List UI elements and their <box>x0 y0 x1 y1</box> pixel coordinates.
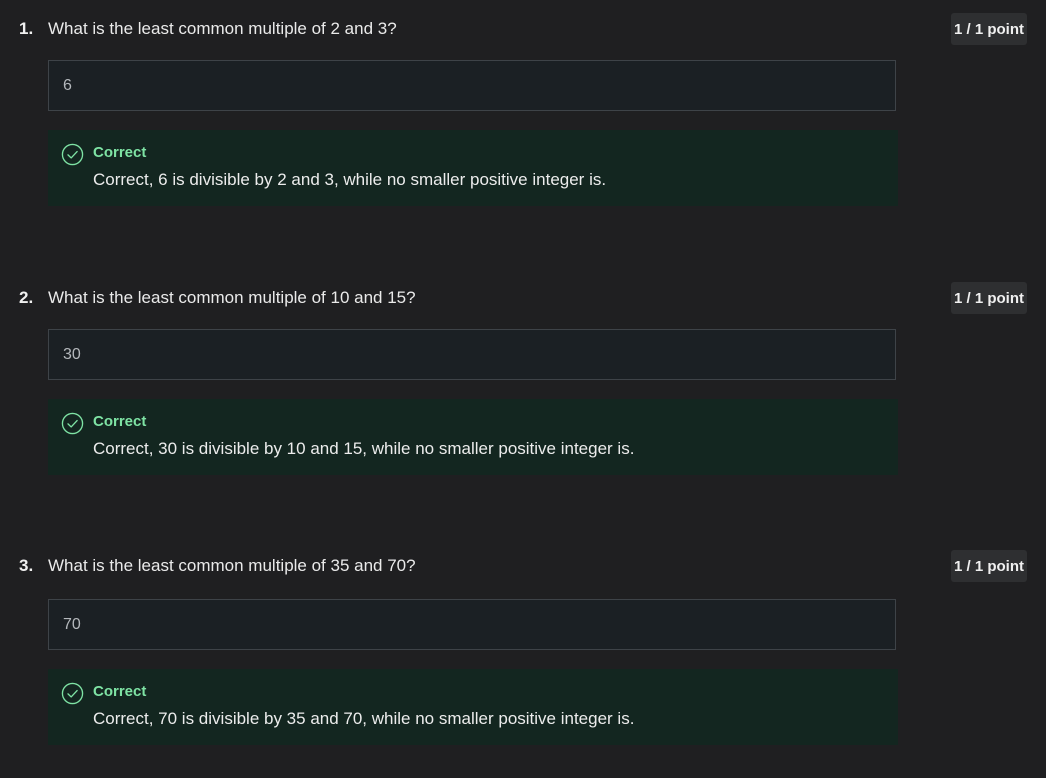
question-number: 3. <box>19 556 34 575</box>
question-text: What is the least common multiple of 35 … <box>48 556 416 575</box>
points-badge: 1 / 1 point <box>951 13 1027 45</box>
question-1: 1. What is the least common multiple of … <box>0 11 1046 241</box>
question-3: 3. What is the least common multiple of … <box>0 548 1046 778</box>
question-header: 2. What is the least common multiple of … <box>19 280 416 316</box>
feedback-text: Correct, 70 is divisible by 35 and 70, w… <box>93 709 635 728</box>
feedback-title: Correct <box>93 683 147 700</box>
feedback-text: Correct, 6 is divisible by 2 and 3, whil… <box>93 170 607 189</box>
question-number: 1. <box>19 19 34 38</box>
question-header: 3. What is the least common multiple of … <box>19 548 416 584</box>
points-badge: 1 / 1 point <box>951 550 1027 582</box>
feedback-panel: Correct Correct, 30 is divisible by 10 a… <box>48 399 898 475</box>
feedback-panel: Correct Correct, 70 is divisible by 35 a… <box>48 669 898 745</box>
answer-field[interactable]: 30 <box>48 329 896 380</box>
answer-value: 70 <box>63 615 81 633</box>
answer-value: 30 <box>63 345 81 363</box>
check-circle-icon <box>61 143 84 166</box>
answer-value: 6 <box>63 76 72 94</box>
points-badge: 1 / 1 point <box>951 282 1027 314</box>
answer-field[interactable]: 6 <box>48 60 896 111</box>
question-number: 2. <box>19 288 34 307</box>
question-text: What is the least common multiple of 10 … <box>48 288 416 307</box>
feedback-title: Correct <box>93 144 147 161</box>
feedback-title: Correct <box>93 413 147 430</box>
feedback-text: Correct, 30 is divisible by 10 and 15, w… <box>93 439 635 458</box>
question-header: 1. What is the least common multiple of … <box>19 11 397 47</box>
question-2: 2. What is the least common multiple of … <box>0 280 1046 510</box>
check-circle-icon <box>61 682 84 705</box>
answer-field[interactable]: 70 <box>48 599 896 650</box>
check-circle-icon <box>61 412 84 435</box>
question-text: What is the least common multiple of 2 a… <box>48 19 397 38</box>
feedback-panel: Correct Correct, 6 is divisible by 2 and… <box>48 130 898 206</box>
